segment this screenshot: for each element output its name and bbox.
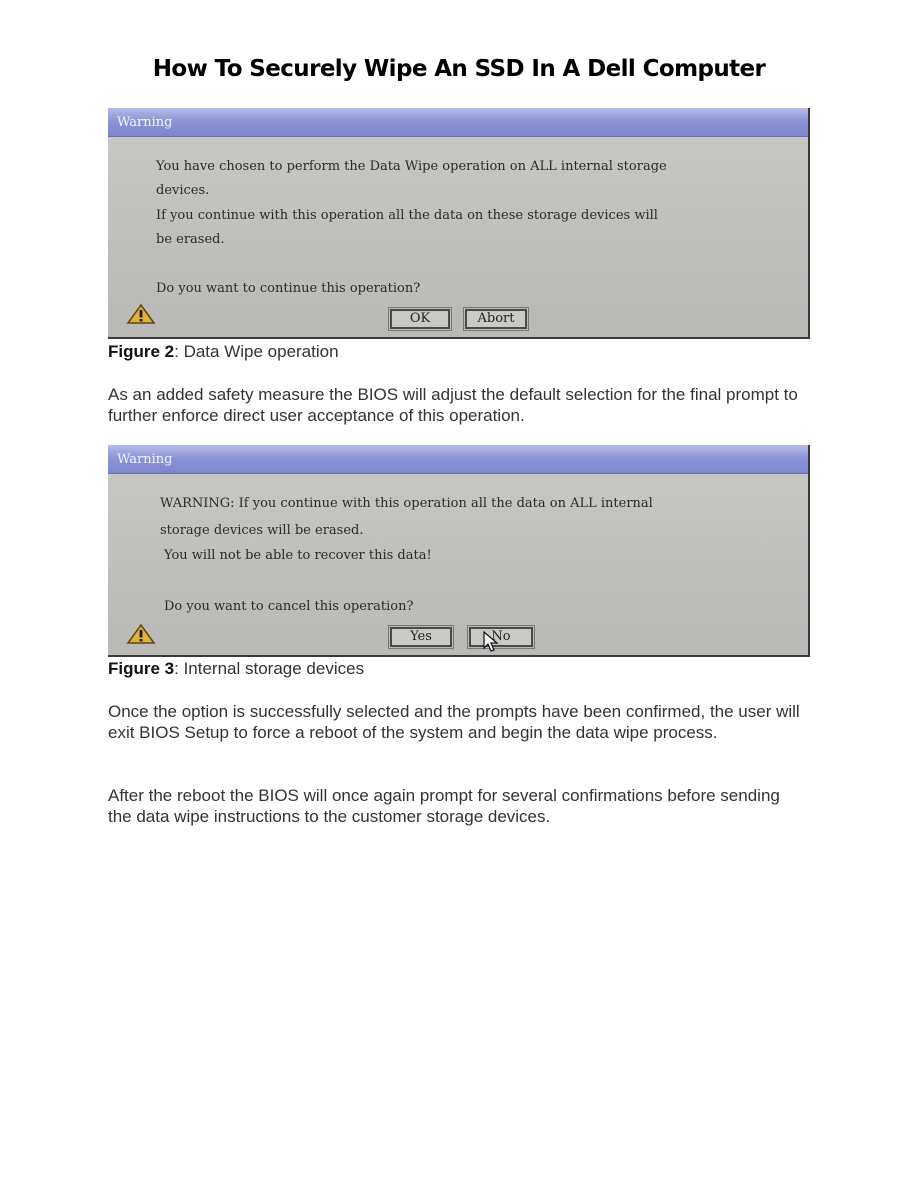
dialog-line: You will not be able to recover this dat… [164,548,432,563]
paragraph-3: After the reboot the BIOS will once agai… [108,786,780,826]
caption-label: Figure 3 [108,659,175,678]
caption-text: : Data Wipe operation [174,342,339,361]
figure-2-caption: Figure 2: Data Wipe operation [108,342,339,362]
dialog-line: devices. [156,183,210,198]
dialog-titlebar: Warning [108,108,808,137]
dialog-line: be erased. [156,232,225,247]
no-button[interactable]: No [467,625,535,649]
paragraph-1: As an added safety measure the BIOS will… [108,385,798,425]
page-title: How To Securely Wipe An SSD In A Dell Co… [152,56,766,82]
figure-2-image: Warning You have chosen to perform the D… [108,108,810,339]
figure-3-caption: Figure 3: Internal storage devices [108,659,364,679]
yes-button[interactable]: Yes [388,625,454,649]
dialog-question: Do you want to cancel this operation? [164,599,414,614]
dialog-title: Warning [117,452,173,467]
dialog-line: If you continue with this operation all … [156,208,658,223]
abort-button[interactable]: Abort [463,307,529,331]
dialog-title: Warning [117,115,173,130]
paragraph-2: Once the option is successfully selected… [108,702,800,742]
dialog-line: WARNING: If you continue with this opera… [160,496,653,511]
caption-label: Figure 2 [108,342,175,361]
dialog-line: storage devices will be erased. [160,523,364,538]
dialog-line: You have chosen to perform the Data Wipe… [156,159,667,174]
warning-triangle-icon [126,303,156,324]
figure-3-image: Warning WARNING: If you continue with th… [108,445,810,657]
caption-text: : Internal storage devices [174,659,365,678]
ok-button[interactable]: OK [388,307,452,331]
mouse-pointer-icon [483,631,499,652]
warning-triangle-icon [126,623,156,644]
dialog-question: Do you want to continue this operation? [156,281,421,296]
dialog-titlebar: Warning [108,445,808,474]
